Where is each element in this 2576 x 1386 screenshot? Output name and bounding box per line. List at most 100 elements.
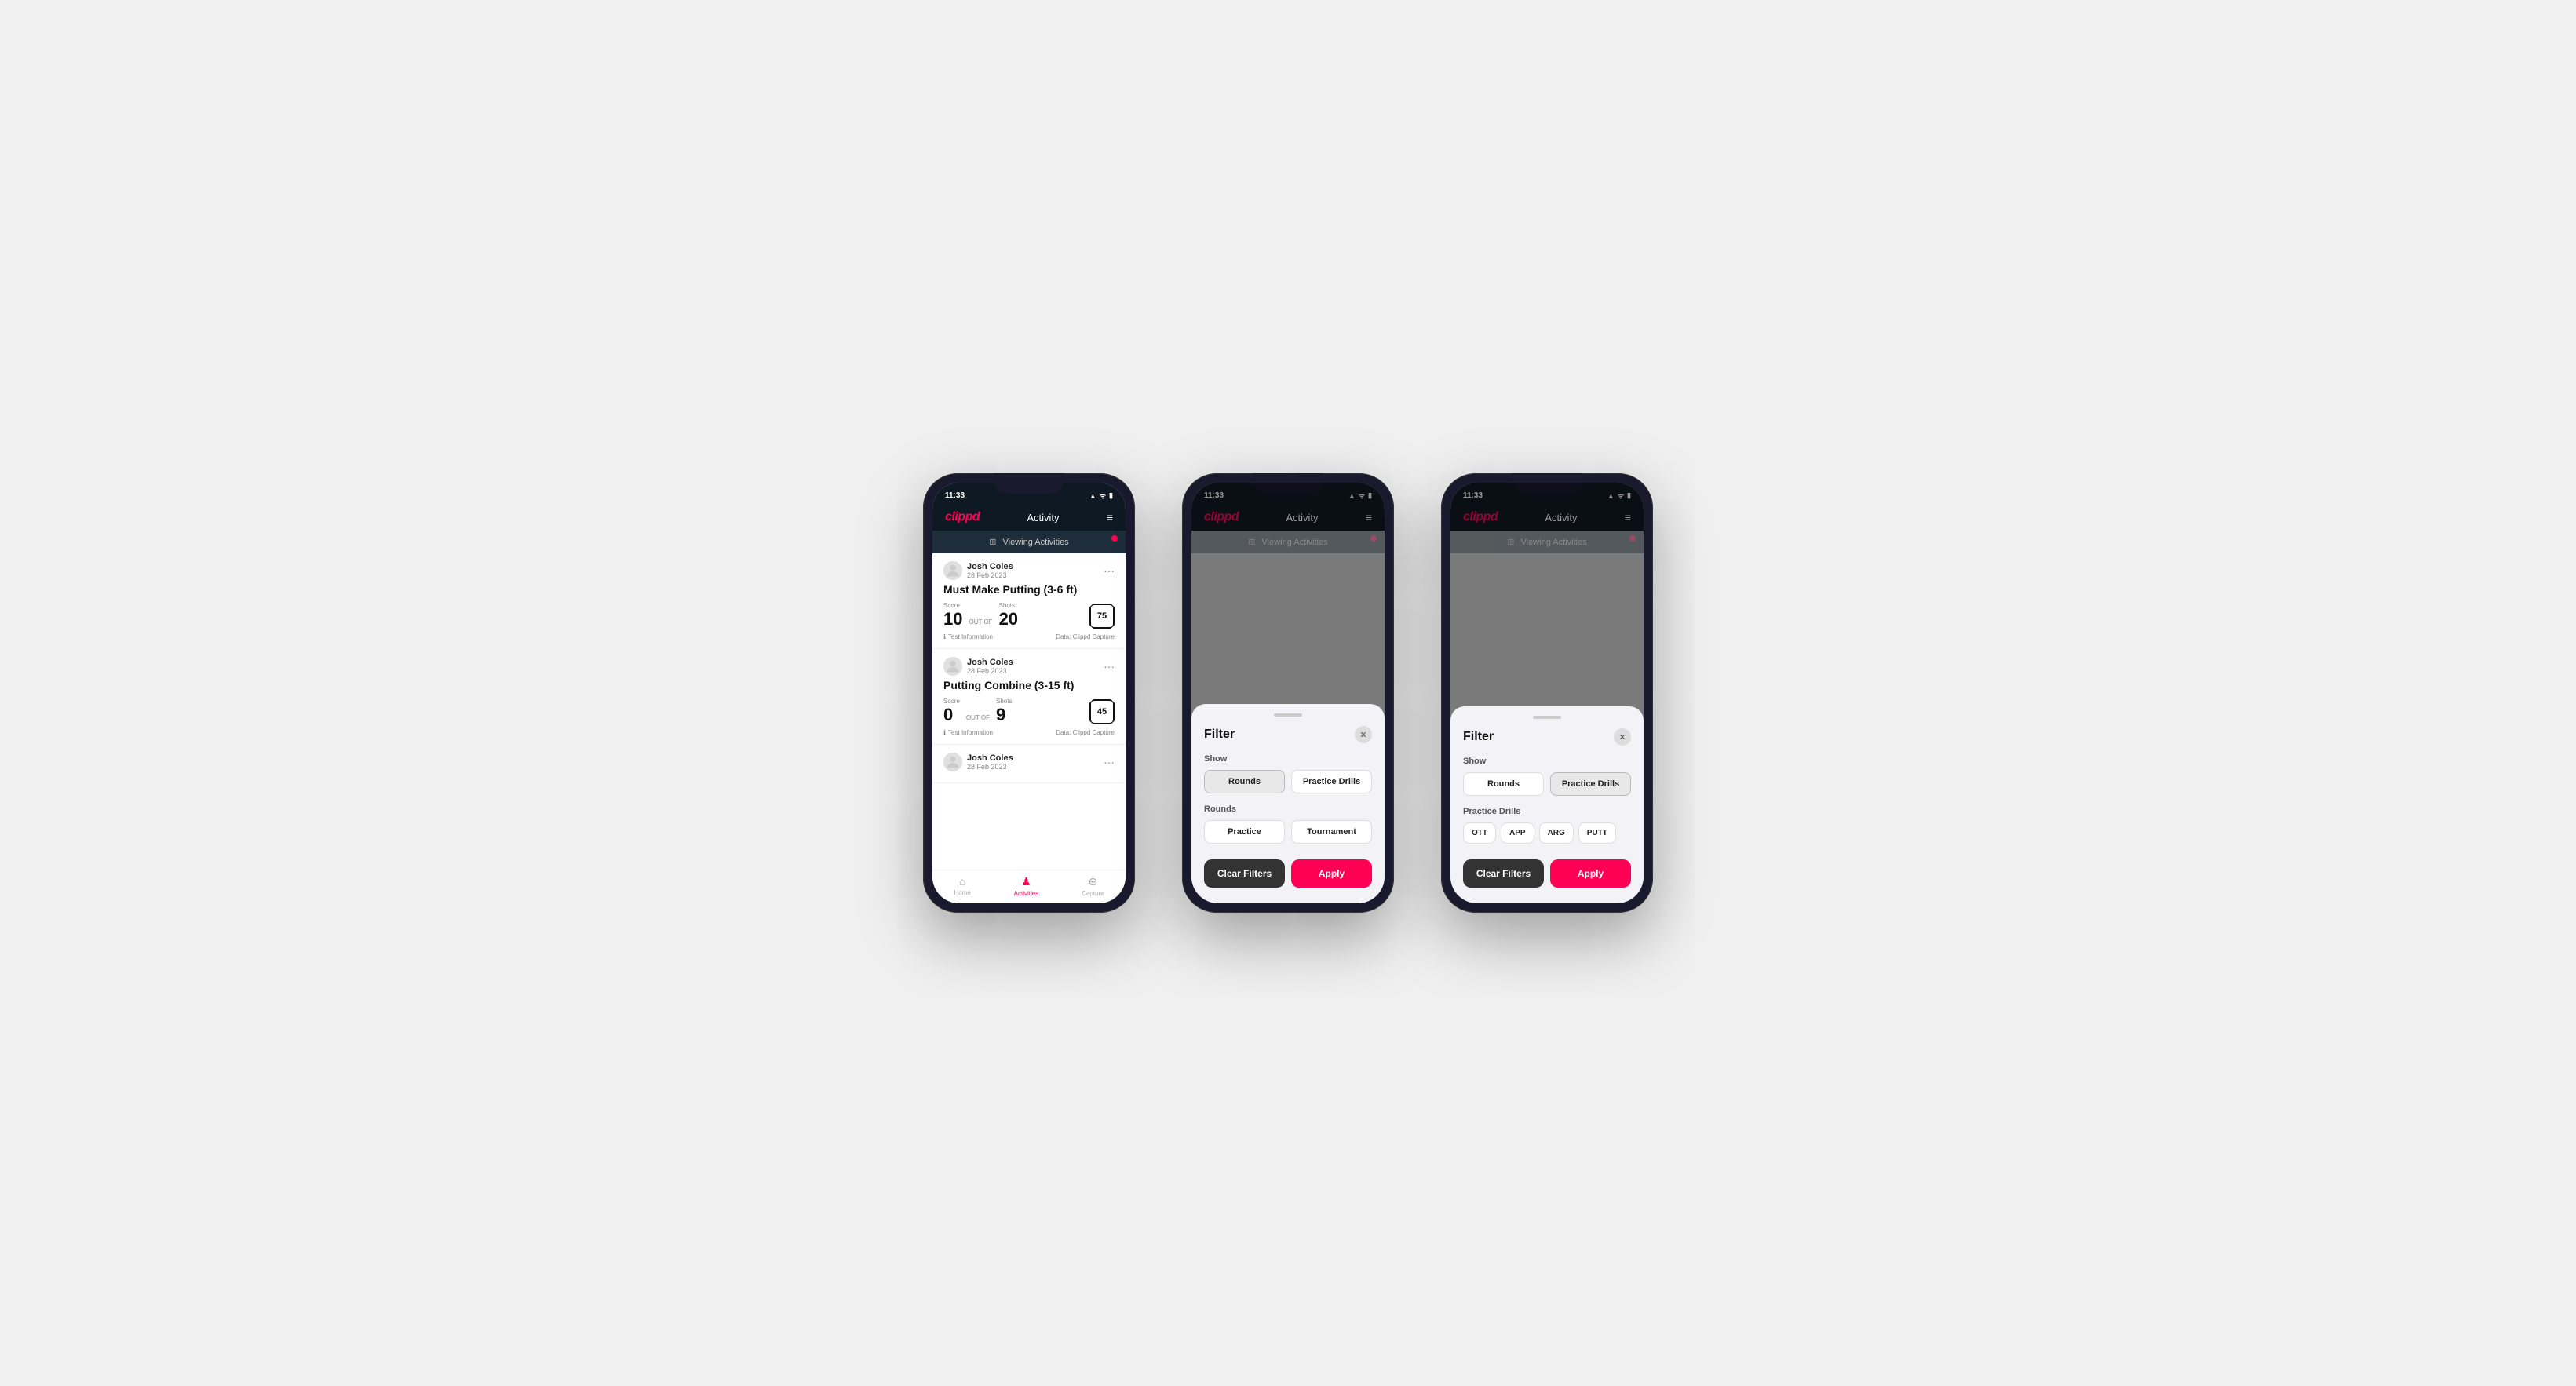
card-header-3: Josh Coles 28 Feb 2023 ··· [943,753,1115,771]
filter-header-2: Filter ✕ [1204,726,1372,743]
app-btn-3[interactable]: APP [1501,822,1534,844]
user-name-2: Josh Coles [967,658,1013,667]
logo-1: clippd [945,510,980,524]
filter-sheet-3: Filter ✕ Show Rounds Practice Drills Pra… [1450,706,1644,903]
notch-1 [994,473,1064,494]
show-label-3: Show [1463,757,1631,766]
card-header-1: Josh Coles 28 Feb 2023 ··· [943,561,1115,580]
rounds-btn-3[interactable]: Rounds [1463,772,1544,796]
drag-handle-2 [1274,713,1302,717]
score-label-1: Score [943,602,962,609]
practice-drills-btn-3[interactable]: Practice Drills [1550,772,1631,796]
capture-label-1: Capture [1082,890,1104,897]
clear-filters-btn-2[interactable]: Clear Filters [1204,859,1285,888]
nav-capture-1[interactable]: ⊕ Capture [1082,875,1104,897]
card-title-1: Must Make Putting (3-6 ft) [943,583,1115,596]
shots-col-1: Shots 20 [999,602,1018,629]
quality-badge-1: 75 [1089,604,1115,629]
phone-inner-3: 11:33 ▲ ᯤ ▮ clippd Activity ≡ ⊞ Viewing … [1450,483,1644,903]
apply-btn-3[interactable]: Apply [1550,859,1631,888]
menu-icon-1[interactable]: ≡ [1107,511,1113,523]
close-filter-3[interactable]: ✕ [1614,728,1631,746]
user-details-3: Josh Coles 28 Feb 2023 [967,753,1013,771]
quality-value-2: 45 [1097,707,1107,717]
filter-header-3: Filter ✕ [1463,728,1631,746]
viewing-bar-text-1: Viewing Activities [1003,538,1069,547]
viewing-bar-icon-1: ⊞ [989,537,996,547]
card-footer-1: ℹ Test Information Data: Clippd Capture [943,633,1115,640]
notification-dot-1 [1111,535,1118,542]
rounds-btn-group-2: Practice Tournament [1204,820,1372,844]
practice-round-btn-2[interactable]: Practice [1204,820,1285,844]
user-name-1: Josh Coles [967,562,1013,571]
shots-value-1: 20 [999,609,1018,629]
apply-btn-2[interactable]: Apply [1291,859,1372,888]
content-1: Josh Coles 28 Feb 2023 ··· Must Make Put… [932,553,1126,870]
activity-card-3[interactable]: Josh Coles 28 Feb 2023 ··· [932,745,1126,783]
practice-drills-btn-2[interactable]: Practice Drills [1291,770,1372,793]
show-label-2: Show [1204,754,1372,764]
shots-col-2: Shots 9 [996,698,1012,724]
filter-overlay-2: Filter ✕ Show Rounds Practice Drills Rou… [1191,483,1385,903]
nav-home-1[interactable]: ⌂ Home [954,875,970,897]
card-header-2: Josh Coles 28 Feb 2023 ··· [943,657,1115,676]
quality-value-1: 75 [1097,611,1107,621]
status-icons-1: ▲ ᯤ ▮ [1089,491,1113,501]
rounds-btn-2[interactable]: Rounds [1204,770,1285,793]
signal-icon-1: ▲ [1089,492,1096,500]
user-info-1: Josh Coles 28 Feb 2023 [943,561,1013,580]
arg-btn-3[interactable]: ARG [1539,822,1574,844]
stats-row-1: Score 10 OUT OF Shots 20 75 [943,602,1115,629]
score-value-2: 0 [943,705,953,724]
info-icon-2: ℹ [943,729,946,736]
activities-icon-1: ♟ [1021,875,1031,888]
phone-3: 11:33 ▲ ᯤ ▮ clippd Activity ≡ ⊞ Viewing … [1441,473,1653,913]
phone-1: 11:33 ▲ ᯤ ▮ clippd Activity ≡ ⊞ Viewing … [923,473,1135,913]
phone-inner-1: 11:33 ▲ ᯤ ▮ clippd Activity ≡ ⊞ Viewing … [932,483,1126,903]
info-text-2: ℹ Test Information [943,729,993,736]
putt-btn-3[interactable]: PUTT [1578,822,1616,844]
avatar-1 [943,561,962,580]
data-source-2: Data: Clippd Capture [1056,729,1115,736]
shots-label-1: Shots [999,602,1018,609]
tournament-round-btn-2[interactable]: Tournament [1291,820,1372,844]
clear-filters-btn-3[interactable]: Clear Filters [1463,859,1544,888]
score-col-2: Score 0 [943,698,960,724]
data-source-1: Data: Clippd Capture [1056,633,1115,640]
close-filter-2[interactable]: ✕ [1355,726,1372,743]
drag-handle-3 [1533,716,1561,719]
drill-btn-group-3: OTT APP ARG PUTT [1463,822,1631,844]
filter-sheet-2: Filter ✕ Show Rounds Practice Drills Rou… [1191,704,1385,903]
phone-2: 11:33 ▲ ᯤ ▮ clippd Activity ≡ ⊞ Viewing … [1182,473,1394,913]
user-info-2: Josh Coles 28 Feb 2023 [943,657,1013,676]
more-options-1[interactable]: ··· [1104,565,1115,576]
info-icon-1: ℹ [943,633,946,640]
stats-row-2: Score 0 OUT OF Shots 9 45 [943,698,1115,724]
user-date-1: 28 Feb 2023 [967,571,1013,579]
user-details-2: Josh Coles 28 Feb 2023 [967,658,1013,675]
bottom-nav-1: ⌂ Home ♟ Activities ⊕ Capture [932,870,1126,903]
rounds-section-label-2: Rounds [1204,804,1372,814]
score-col-1: Score 10 [943,602,962,629]
score-value-1: 10 [943,609,962,629]
activity-card-1[interactable]: Josh Coles 28 Feb 2023 ··· Must Make Put… [932,553,1126,649]
viewing-bar-1[interactable]: ⊞ Viewing Activities [932,531,1126,553]
avatar-2 [943,657,962,676]
status-time-1: 11:33 [945,491,965,500]
user-date-2: 28 Feb 2023 [967,667,1013,675]
card-footer-2: ℹ Test Information Data: Clippd Capture [943,729,1115,736]
out-of-1: OUT OF [969,618,992,626]
score-label-2: Score [943,698,960,705]
show-btn-group-2: Rounds Practice Drills [1204,770,1372,793]
quality-badge-2: 45 [1089,699,1115,724]
more-options-2[interactable]: ··· [1104,661,1115,672]
activity-card-2[interactable]: Josh Coles 28 Feb 2023 ··· Putting Combi… [932,649,1126,745]
more-options-3[interactable]: ··· [1104,757,1115,768]
nav-activities-1[interactable]: ♟ Activities [1014,875,1039,897]
activities-label-1: Activities [1014,890,1039,897]
scene: 11:33 ▲ ᯤ ▮ clippd Activity ≡ ⊞ Viewing … [876,426,1700,960]
ott-btn-3[interactable]: OTT [1463,822,1496,844]
user-date-3: 28 Feb 2023 [967,763,1013,771]
capture-icon-1: ⊕ [1088,875,1097,888]
user-info-3: Josh Coles 28 Feb 2023 [943,753,1013,771]
